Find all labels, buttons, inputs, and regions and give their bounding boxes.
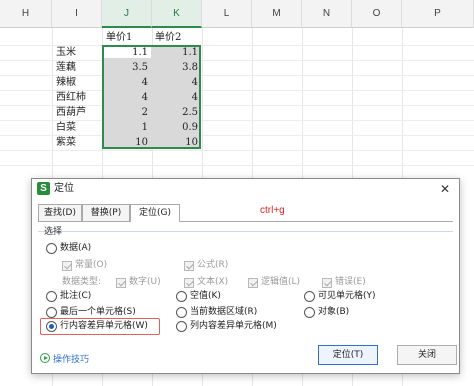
row-name-cell[interactable]: 白菜 <box>56 120 102 135</box>
option-label: 公式(R) <box>197 260 229 270</box>
dialog-titlebar[interactable]: S 定位 ✕ <box>32 179 459 199</box>
tips-link[interactable]: 操作技巧 <box>40 351 89 365</box>
radio-button[interactable] <box>176 321 187 332</box>
option-label: 对象(B) <box>318 307 350 317</box>
check-logical[interactable]: 逻辑值(L) <box>248 276 300 289</box>
radio-button[interactable] <box>304 291 315 302</box>
shortcut-annotation: ctrl+g <box>260 205 285 216</box>
selected-range-border <box>102 45 201 149</box>
checkbox[interactable] <box>184 277 194 288</box>
option-row-differences[interactable]: 行内容差异单元格(W) <box>46 320 148 333</box>
check-formula[interactable]: 公式(R) <box>184 259 228 272</box>
dialog-title: 定位 <box>54 183 74 194</box>
check-text[interactable]: 文本(X) <box>184 276 228 289</box>
option-label: 常量(O) <box>75 260 108 270</box>
column-header-o[interactable]: O <box>352 0 402 28</box>
check-constant[interactable]: 常量(O) <box>62 259 107 272</box>
checkbox[interactable] <box>248 277 258 288</box>
option-label: 当前数据区域(R) <box>190 307 258 317</box>
checkbox[interactable] <box>116 277 126 288</box>
option-visible-cells[interactable]: 可见单元格(Y) <box>304 290 376 303</box>
radio-button[interactable] <box>176 307 187 318</box>
row-name-cell[interactable]: 莲藕 <box>56 60 102 75</box>
option-label: 数据(A) <box>60 243 92 253</box>
option-current-region[interactable]: 当前数据区域(R) <box>176 306 257 319</box>
option-blanks[interactable]: 空值(K) <box>176 290 221 303</box>
app-logo-icon: S <box>37 182 50 195</box>
option-label: 列内容差异单元格(M) <box>190 321 277 331</box>
goto-button[interactable]: 定位(T) <box>318 345 378 365</box>
row-name-cell[interactable]: 西红柿 <box>56 90 102 105</box>
goto-dialog: S 定位 ✕ 查找(D) 替换(P) 定位(G) ctrl+g 选择 数据(A)… <box>31 178 460 374</box>
tab-goto[interactable]: 定位(G) <box>130 204 180 222</box>
option-column-differences[interactable]: 列内容差异单元格(M) <box>176 320 277 333</box>
header-cell-price2[interactable]: 单价2 <box>155 30 181 45</box>
checkbox[interactable] <box>62 260 72 271</box>
option-label: 空值(K) <box>190 291 221 301</box>
column-header-i[interactable]: I <box>52 0 102 28</box>
column-header-l[interactable]: L <box>202 0 252 28</box>
radio-button[interactable] <box>46 291 57 302</box>
radio-button[interactable] <box>46 243 57 254</box>
row-name-cell[interactable]: 西葫芦 <box>56 105 102 120</box>
option-objects[interactable]: 对象(B) <box>304 306 349 319</box>
check-error[interactable]: 错误(E) <box>322 276 366 289</box>
column-header-m[interactable]: M <box>252 0 302 28</box>
option-label: 可见单元格(Y) <box>318 291 376 301</box>
play-circle-icon <box>40 353 50 363</box>
tab-find[interactable]: 查找(D) <box>38 204 82 221</box>
close-button[interactable]: 关闭 <box>397 345 457 365</box>
column-header-n[interactable]: N <box>302 0 352 28</box>
option-label: 错误(E) <box>335 277 366 287</box>
radio-button[interactable] <box>176 291 187 302</box>
option-comments[interactable]: 批注(C) <box>46 290 91 303</box>
row-name-cell[interactable]: 紫菜 <box>56 135 102 150</box>
close-icon[interactable]: ✕ <box>437 181 453 197</box>
option-label: 数字(U) <box>129 277 161 287</box>
checkbox[interactable] <box>322 277 332 288</box>
option-label: 逻辑值(L) <box>261 277 301 287</box>
section-label: 选择 <box>44 227 63 237</box>
column-header-p[interactable]: P <box>402 0 474 28</box>
checkbox[interactable] <box>184 260 194 271</box>
header-cell-price1[interactable]: 单价1 <box>106 30 132 45</box>
option-label: 文本(X) <box>197 277 229 287</box>
option-data[interactable]: 数据(A) <box>46 242 91 255</box>
radio-button[interactable] <box>304 307 315 318</box>
tab-divider <box>38 221 453 222</box>
data-type-label: 数据类型: <box>62 277 102 287</box>
option-label: 行内容差异单元格(W) <box>60 321 148 331</box>
column-header-h[interactable]: H <box>0 0 52 28</box>
column-header-k[interactable]: K <box>152 0 202 28</box>
row-name-cell[interactable]: 辣椒 <box>56 75 102 90</box>
grid-line <box>0 150 474 151</box>
check-number[interactable]: 数字(U) <box>116 276 161 289</box>
option-label: 批注(C) <box>60 291 92 301</box>
radio-button-selected[interactable] <box>46 321 57 332</box>
row-name-cell[interactable]: 玉米 <box>56 45 102 60</box>
grid-line <box>0 165 474 166</box>
tips-label: 操作技巧 <box>53 354 90 365</box>
tab-replace[interactable]: 替换(P) <box>82 204 130 221</box>
radio-button[interactable] <box>46 307 57 318</box>
column-header-j[interactable]: J <box>102 0 152 28</box>
